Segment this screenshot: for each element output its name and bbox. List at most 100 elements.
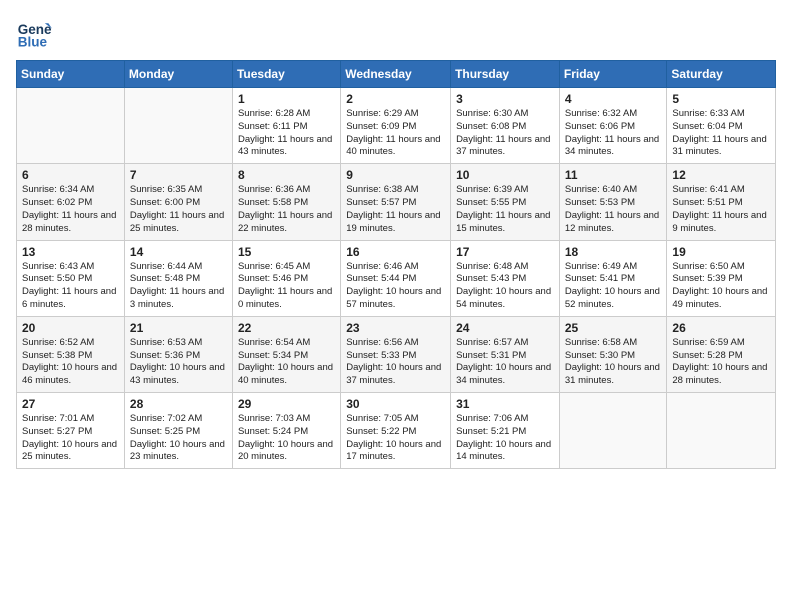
week-row-2: 6 Sunrise: 6:34 AM Sunset: 6:02 PM Daylig… (17, 164, 776, 240)
day-cell (667, 393, 776, 469)
day-number: 6 (22, 168, 119, 182)
day-content: Sunrise: 6:33 AM Sunset: 6:04 PM Dayligh… (672, 108, 770, 159)
day-number: 2 (346, 92, 445, 106)
day-cell: 6 Sunrise: 6:34 AM Sunset: 6:02 PM Daylig… (17, 164, 125, 240)
day-content: Sunrise: 6:32 AM Sunset: 6:06 PM Dayligh… (565, 108, 662, 159)
day-cell: 5 Sunrise: 6:33 AM Sunset: 6:04 PM Daylig… (667, 88, 776, 164)
day-content: Sunrise: 6:36 AM Sunset: 5:58 PM Dayligh… (238, 184, 335, 235)
day-cell: 8 Sunrise: 6:36 AM Sunset: 5:58 PM Daylig… (232, 164, 340, 240)
day-content: Sunrise: 6:50 AM Sunset: 5:39 PM Dayligh… (672, 261, 770, 312)
day-cell: 16 Sunrise: 6:46 AM Sunset: 5:44 PM Dayli… (341, 240, 451, 316)
day-content: Sunrise: 6:45 AM Sunset: 5:46 PM Dayligh… (238, 261, 335, 312)
day-cell: 7Sunrise: 6:35 AM Sunset: 6:00 PM Daylig… (124, 164, 232, 240)
day-content: Sunrise: 6:39 AM Sunset: 5:55 PM Dayligh… (456, 184, 554, 235)
column-header-thursday: Thursday (451, 61, 560, 88)
day-number: 13 (22, 245, 119, 259)
day-number: 28 (130, 397, 227, 411)
day-content: Sunrise: 7:02 AM Sunset: 5:25 PM Dayligh… (130, 413, 227, 464)
column-header-friday: Friday (559, 61, 667, 88)
day-cell: 15Sunrise: 6:45 AM Sunset: 5:46 PM Dayli… (232, 240, 340, 316)
day-content: Sunrise: 6:46 AM Sunset: 5:44 PM Dayligh… (346, 261, 445, 312)
day-cell: 13Sunrise: 6:43 AM Sunset: 5:50 PM Dayli… (17, 240, 125, 316)
day-cell: 4 Sunrise: 6:32 AM Sunset: 6:06 PM Daylig… (559, 88, 667, 164)
day-number: 31 (456, 397, 554, 411)
day-content: Sunrise: 6:48 AM Sunset: 5:43 PM Dayligh… (456, 261, 554, 312)
day-cell: 18 Sunrise: 6:49 AM Sunset: 5:41 PM Dayli… (559, 240, 667, 316)
day-cell: 31 Sunrise: 7:06 AM Sunset: 5:21 PM Dayli… (451, 393, 560, 469)
day-content: Sunrise: 6:44 AM Sunset: 5:48 PM Dayligh… (130, 261, 227, 312)
day-content: Sunrise: 7:05 AM Sunset: 5:22 PM Dayligh… (346, 413, 445, 464)
day-cell: 27Sunrise: 7:01 AM Sunset: 5:27 PM Dayli… (17, 393, 125, 469)
calendar-table: SundayMondayTuesdayWednesdayThursdayFrid… (16, 60, 776, 469)
day-content: Sunrise: 6:59 AM Sunset: 5:28 PM Dayligh… (672, 337, 770, 388)
day-number: 3 (456, 92, 554, 106)
day-content: Sunrise: 6:30 AM Sunset: 6:08 PM Dayligh… (456, 108, 554, 159)
day-number: 22 (238, 321, 335, 335)
day-cell: 3 Sunrise: 6:30 AM Sunset: 6:08 PM Daylig… (451, 88, 560, 164)
day-cell: 26 Sunrise: 6:59 AM Sunset: 5:28 PM Dayli… (667, 316, 776, 392)
day-number: 10 (456, 168, 554, 182)
day-content: Sunrise: 6:58 AM Sunset: 5:30 PM Dayligh… (565, 337, 662, 388)
day-content: Sunrise: 6:34 AM Sunset: 6:02 PM Dayligh… (22, 184, 119, 235)
day-cell: 25 Sunrise: 6:58 AM Sunset: 5:30 PM Dayli… (559, 316, 667, 392)
day-number: 1 (238, 92, 335, 106)
day-number: 19 (672, 245, 770, 259)
column-header-saturday: Saturday (667, 61, 776, 88)
column-header-tuesday: Tuesday (232, 61, 340, 88)
column-header-wednesday: Wednesday (341, 61, 451, 88)
day-cell: 23 Sunrise: 6:56 AM Sunset: 5:33 PM Dayli… (341, 316, 451, 392)
day-cell: 2 Sunrise: 6:29 AM Sunset: 6:09 PM Daylig… (341, 88, 451, 164)
day-content: Sunrise: 6:57 AM Sunset: 5:31 PM Dayligh… (456, 337, 554, 388)
day-number: 23 (346, 321, 445, 335)
day-number: 12 (672, 168, 770, 182)
day-number: 26 (672, 321, 770, 335)
day-cell: 24 Sunrise: 6:57 AM Sunset: 5:31 PM Dayli… (451, 316, 560, 392)
day-cell: 28 Sunrise: 7:02 AM Sunset: 5:25 PM Dayli… (124, 393, 232, 469)
day-cell: 20 Sunrise: 6:52 AM Sunset: 5:38 PM Dayli… (17, 316, 125, 392)
day-content: Sunrise: 6:56 AM Sunset: 5:33 PM Dayligh… (346, 337, 445, 388)
day-number: 8 (238, 168, 335, 182)
day-content: Sunrise: 6:29 AM Sunset: 6:09 PM Dayligh… (346, 108, 445, 159)
day-content: Sunrise: 6:53 AM Sunset: 5:36 PM Dayligh… (130, 337, 227, 388)
day-content: Sunrise: 6:28 AM Sunset: 6:11 PM Dayligh… (238, 108, 335, 159)
day-content: Sunrise: 6:38 AM Sunset: 5:57 PM Dayligh… (346, 184, 445, 235)
day-cell: 10 Sunrise: 6:39 AM Sunset: 5:55 PM Dayli… (451, 164, 560, 240)
day-content: Sunrise: 6:54 AM Sunset: 5:34 PM Dayligh… (238, 337, 335, 388)
day-cell: 9Sunrise: 6:38 AM Sunset: 5:57 PM Daylig… (341, 164, 451, 240)
day-content: Sunrise: 7:01 AM Sunset: 5:27 PM Dayligh… (22, 413, 119, 464)
day-number: 18 (565, 245, 662, 259)
day-number: 24 (456, 321, 554, 335)
day-cell (17, 88, 125, 164)
day-content: Sunrise: 7:03 AM Sunset: 5:24 PM Dayligh… (238, 413, 335, 464)
day-cell: 12 Sunrise: 6:41 AM Sunset: 5:51 PM Dayli… (667, 164, 776, 240)
day-number: 16 (346, 245, 445, 259)
day-cell: 30 Sunrise: 7:05 AM Sunset: 5:22 PM Dayli… (341, 393, 451, 469)
day-content: Sunrise: 6:41 AM Sunset: 5:51 PM Dayligh… (672, 184, 770, 235)
day-number: 21 (130, 321, 227, 335)
week-row-3: 13Sunrise: 6:43 AM Sunset: 5:50 PM Dayli… (17, 240, 776, 316)
week-row-1: 1 Sunrise: 6:28 AM Sunset: 6:11 PM Daylig… (17, 88, 776, 164)
day-cell: 17Sunrise: 6:48 AM Sunset: 5:43 PM Dayli… (451, 240, 560, 316)
page-header: General Blue (16, 16, 776, 52)
header-row: SundayMondayTuesdayWednesdayThursdayFrid… (17, 61, 776, 88)
day-number: 29 (238, 397, 335, 411)
day-number: 25 (565, 321, 662, 335)
week-row-4: 20 Sunrise: 6:52 AM Sunset: 5:38 PM Dayli… (17, 316, 776, 392)
week-row-5: 27Sunrise: 7:01 AM Sunset: 5:27 PM Dayli… (17, 393, 776, 469)
day-cell: 19 Sunrise: 6:50 AM Sunset: 5:39 PM Dayli… (667, 240, 776, 316)
day-number: 4 (565, 92, 662, 106)
day-number: 20 (22, 321, 119, 335)
day-content: Sunrise: 6:49 AM Sunset: 5:41 PM Dayligh… (565, 261, 662, 312)
day-content: Sunrise: 6:52 AM Sunset: 5:38 PM Dayligh… (22, 337, 119, 388)
day-number: 30 (346, 397, 445, 411)
logo: General Blue (16, 16, 56, 52)
column-header-sunday: Sunday (17, 61, 125, 88)
day-content: Sunrise: 7:06 AM Sunset: 5:21 PM Dayligh… (456, 413, 554, 464)
day-cell: 22 Sunrise: 6:54 AM Sunset: 5:34 PM Dayli… (232, 316, 340, 392)
day-cell: 1 Sunrise: 6:28 AM Sunset: 6:11 PM Daylig… (232, 88, 340, 164)
day-cell (559, 393, 667, 469)
day-cell: 21 Sunrise: 6:53 AM Sunset: 5:36 PM Dayli… (124, 316, 232, 392)
day-number: 5 (672, 92, 770, 106)
column-header-monday: Monday (124, 61, 232, 88)
svg-text:Blue: Blue (18, 35, 48, 50)
